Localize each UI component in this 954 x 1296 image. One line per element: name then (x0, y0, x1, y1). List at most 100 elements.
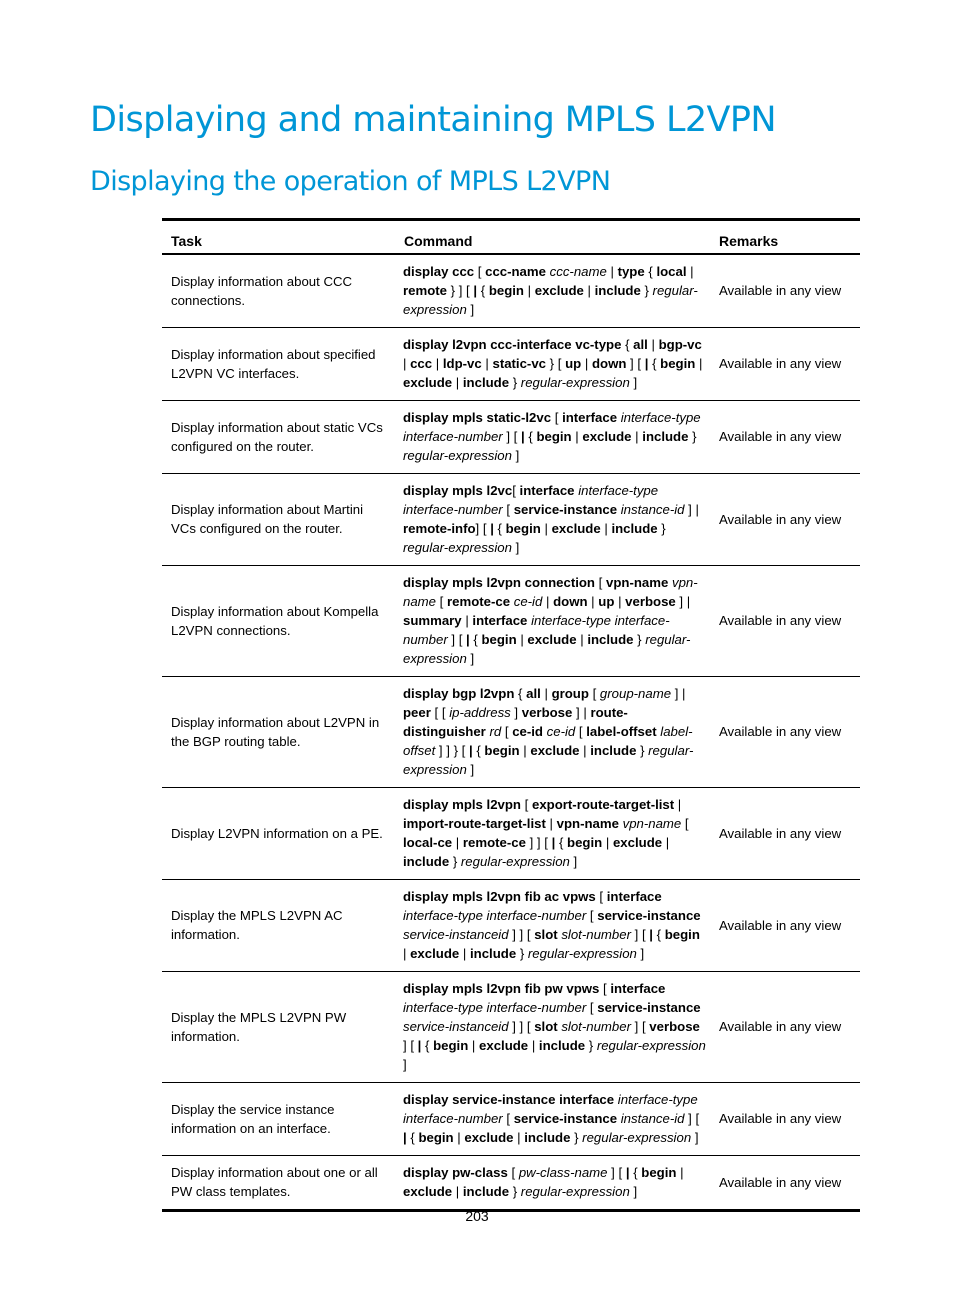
command-keyword: down (553, 594, 588, 609)
remarks-cell: Available in any view (719, 613, 842, 628)
command-syntax: [ (501, 724, 513, 739)
command-syntax: | (468, 1038, 480, 1053)
command-keyword: peer (403, 705, 431, 720)
command-argument: ip-address (449, 705, 511, 720)
command-syntax: { (648, 356, 661, 371)
command-syntax: [ (586, 1000, 598, 1015)
command-cell: display ccc [ ccc-name ccc-name | type {… (395, 254, 710, 328)
command-syntax: | (481, 356, 493, 371)
command-syntax: ] (403, 1057, 407, 1072)
command-keyword: export-route-target-list (532, 797, 675, 812)
command-syntax: } ] [ (446, 283, 474, 298)
command-keyword: vpn-name (606, 575, 669, 590)
command-keyword: include (611, 521, 658, 536)
command-argument: instance-id (620, 502, 685, 517)
command-syntax: ] (636, 946, 645, 961)
command-syntax: [ (595, 575, 606, 590)
command-keyword: exclude (403, 1184, 453, 1199)
command-keyword: display pw-class (403, 1165, 508, 1180)
command-syntax: { (472, 743, 485, 758)
command-syntax: } (585, 1038, 597, 1053)
command-syntax: | (631, 429, 643, 444)
command-syntax: ] | (671, 686, 686, 701)
command-syntax: ] [ (607, 1165, 626, 1180)
remarks-cell: Available in any view (719, 1174, 842, 1190)
command-syntax: ] [ (403, 1038, 418, 1053)
table-row: Display the service instance information… (162, 1083, 860, 1156)
command-keyword: up (598, 594, 615, 609)
command-syntax: [ (512, 483, 520, 498)
command-keyword: display mpls l2vc (403, 483, 513, 498)
command-syntax: ] [ (630, 1019, 650, 1034)
command-syntax: | (614, 594, 626, 609)
task-cell: Display the service instance information… (171, 1101, 335, 1136)
command-keyword: up (565, 356, 582, 371)
command-keyword: interface (610, 981, 666, 996)
table-header-row: Task Command Remarks (162, 219, 860, 254)
task-cell: Display information about one or all PW … (171, 1165, 378, 1199)
command-keyword: begin (433, 1038, 469, 1053)
command-argument: regular-expression (582, 1130, 692, 1145)
command-argument: regular-expression (527, 946, 637, 961)
command-syntax: { (514, 686, 527, 701)
command-argument: rd (489, 724, 502, 739)
command-keyword: slot (534, 1019, 558, 1034)
command-argument: service-instanceid (403, 927, 509, 942)
command-syntax: ] [ (630, 927, 650, 942)
command-syntax: { (555, 835, 568, 850)
remarks-cell: Available in any view (719, 917, 842, 933)
command-table: Task Command Remarks Display information… (162, 218, 860, 1212)
command-syntax: ] | (684, 502, 699, 517)
command-syntax: | (523, 283, 535, 298)
command-syntax: | (542, 594, 554, 609)
remarks-cell: Available in any view (719, 724, 842, 739)
command-syntax: [ (595, 889, 607, 904)
command-syntax: [ (502, 502, 514, 517)
table-row: Display the MPLS L2VPN PW information. di… (162, 972, 860, 1083)
command-keyword: interface (472, 613, 528, 628)
command-syntax: ] (691, 1130, 699, 1145)
command-keyword: bgp-vc (658, 337, 702, 352)
command-keyword: include (594, 283, 641, 298)
table-row: Display information about Kompella L2VPN… (162, 566, 860, 677)
command-syntax: | (516, 632, 528, 647)
command-syntax: | (674, 797, 682, 812)
command-argument: interface-type interface-number (403, 1000, 587, 1015)
command-keyword: service-instance (597, 908, 701, 923)
command-keyword: include (538, 1038, 586, 1053)
command-keyword: remote (403, 283, 447, 298)
command-keyword: service-instance (513, 502, 618, 517)
command-argument: regular-expression (403, 540, 512, 555)
command-cell: display service-instance interface inter… (395, 1083, 710, 1156)
command-syntax: ] (629, 1184, 638, 1199)
command-syntax: | (452, 375, 463, 390)
command-argument: group-name (599, 686, 672, 701)
table-row: Display information about CCC connection… (162, 254, 860, 328)
command-syntax: | (587, 594, 599, 609)
command-syntax: ] [ (475, 521, 491, 536)
command-keyword: exclude (403, 375, 453, 390)
command-keyword: begin (536, 429, 572, 444)
page-number: 203 (465, 1208, 489, 1224)
command-syntax: ] | (675, 594, 691, 609)
command-keyword: begin (660, 356, 696, 371)
command-syntax: ] [ (684, 1111, 700, 1126)
remarks-cell: Available in any view (719, 1019, 842, 1034)
table-body: Display information about CCC connection… (162, 254, 860, 1211)
command-syntax: { (406, 1130, 419, 1145)
command-syntax: ] (466, 302, 475, 317)
command-syntax: } (449, 854, 461, 869)
command-syntax: [ (588, 686, 600, 701)
command-keyword: begin (641, 1165, 677, 1180)
command-keyword: service-instance (597, 1000, 701, 1015)
command-argument: regular-expression (520, 1184, 630, 1199)
header-task: Task (171, 233, 202, 249)
command-argument: slot-number (561, 1019, 631, 1034)
remarks-cell: Available in any view (719, 283, 842, 298)
command-syntax: | (545, 816, 557, 831)
command-syntax: ] [ (447, 632, 467, 647)
command-syntax: | (600, 521, 612, 536)
command-syntax: { (621, 337, 634, 352)
command-syntax: } (688, 429, 697, 444)
command-keyword: include (469, 946, 517, 961)
